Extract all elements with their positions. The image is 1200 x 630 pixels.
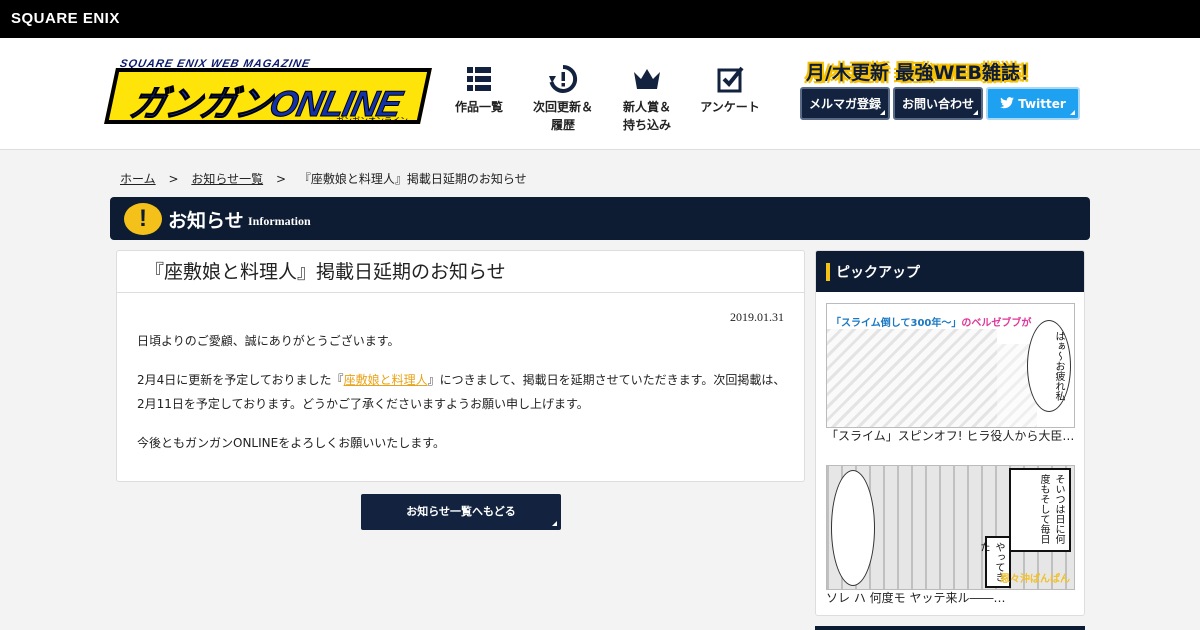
corner-arrow-icon [973, 110, 978, 115]
speech-bubble [831, 470, 875, 586]
pickup-accent-bar [826, 263, 830, 281]
nav-survey[interactable]: アンケート [697, 64, 763, 116]
pickup-header: ピックアップ [816, 251, 1084, 292]
checkbox-icon [717, 66, 744, 93]
pickup-caption-2[interactable]: ソレ ハ 何度モ ヤッテ来ル――… [826, 589, 1078, 606]
contact-button[interactable]: お問い合わせ [893, 87, 983, 120]
section-header-banner: ! お知らせ Information [110, 197, 1090, 240]
narration-box: そいつは日に何度もそして毎日 [1009, 468, 1071, 552]
pickup-tag-text: のベルゼブブが [961, 318, 1032, 329]
exclamation-icon: ! [124, 203, 162, 235]
top-bar: SQUARE ENIX [0, 0, 1200, 38]
breadcrumb-home-link[interactable]: ホーム [120, 172, 156, 186]
article-paragraph: 日頃よりのご愛顧、誠にありがとうございます。 [137, 334, 400, 348]
nav-label: 作品一覧 [454, 100, 503, 114]
pickup-thumbnail-1[interactable]: 「スライム倒して300年～」のベルゼブブが はぁ～お疲れ私 [826, 303, 1075, 428]
breadcrumb-separator: > [168, 172, 179, 186]
article-paragraph: 2月4日に更新を予定しておりました『座敷娘と料理人』につきまして、掲載日を延期さ… [137, 368, 787, 416]
twitter-label: Twitter [1018, 97, 1066, 111]
manga-art [827, 329, 997, 427]
breadcrumb-separator: > [275, 172, 287, 186]
nav-next-update[interactable]: 次回更新＆ 履歴 [528, 64, 598, 134]
pickup-panel: ピックアップ 「スライム倒して300年～」のベルゼブブが はぁ～お疲れ私 「スラ… [815, 250, 1085, 616]
mail-magazine-button[interactable]: メルマガ登録 [800, 87, 890, 120]
nav-label-line2: 履歴 [550, 118, 575, 132]
article-date: 2019.01.31 [730, 310, 784, 324]
section-subtitle: Information [248, 214, 311, 228]
pickup-thumbnail-2[interactable]: そいつは日に何度もそして毎日 やってきた 恩々沖ぱんぱん [826, 465, 1075, 590]
back-to-news-button[interactable]: お知らせ一覧へもどる [361, 494, 561, 530]
corner-arrow-icon [1070, 110, 1075, 115]
corner-arrow-icon [880, 110, 885, 115]
article-body: 日頃よりのご愛顧、誠にありがとうございます。 2月4日に更新を予定しておりました… [137, 329, 787, 470]
nav-label: 次回更新＆ [532, 100, 593, 114]
next-panel-header [815, 626, 1085, 630]
speech-bubble: はぁ～お疲れ私 [1027, 320, 1071, 412]
logo-mini-text: ガンガンオンライン [336, 116, 408, 125]
article-card: 『座敷娘と料理人』掲載日延期のお知らせ 2019.01.31 日頃よりのご愛顧、… [116, 250, 805, 482]
pickup-caption-1[interactable]: 「スライム」スピンオフ! ヒラ役人から大臣… [826, 427, 1078, 444]
nav-newcomer-award[interactable]: 新人賞＆ 持ち込み [618, 64, 676, 134]
square-enix-logo[interactable]: SQUARE ENIX [11, 10, 120, 27]
pickup-tag-series: 「スライム倒して300年～」 [831, 318, 962, 329]
section-title: お知らせ [168, 210, 244, 232]
crown-icon [634, 69, 660, 89]
site-header: SQUARE ENIX WEB MAGAZINE ガンガンONLINE ガンガン… [0, 38, 1200, 150]
twitter-bird-icon [1000, 97, 1015, 109]
breadcrumb-current: 『座敷娘と料理人』掲載日延期のお知らせ [298, 172, 527, 186]
clock-refresh-icon [549, 64, 578, 93]
breadcrumb-news-link[interactable]: お知らせ一覧 [191, 172, 263, 186]
nav-works-list[interactable]: 作品一覧 [452, 64, 506, 116]
back-button-label: お知らせ一覧へもどる [406, 505, 516, 518]
mail-magazine-label: メルマガ登録 [808, 97, 881, 111]
grid-list-icon [467, 67, 491, 91]
nav-label-line2: 持ち込み [622, 118, 671, 132]
nav-label: 新人賞＆ [622, 100, 671, 114]
breadcrumb: ホーム > お知らせ一覧 > 『座敷娘と料理人』掲載日延期のお知らせ [120, 170, 527, 187]
article-title: 『座敷娘と料理人』掲載日延期のお知らせ [117, 251, 804, 293]
nav-label: アンケート [700, 100, 760, 114]
series-link[interactable]: 座敷娘と料理人 [344, 373, 428, 387]
article-text: 2月4日に更新を予定しておりました『 [137, 373, 344, 387]
article-paragraph: 今後ともガンガンONLINEをよろしくお願いいたします。 [137, 436, 446, 450]
pickup-tag: 「スライム倒して300年～」のベルゼブブが [831, 314, 1031, 329]
twitter-button[interactable]: Twitter [986, 87, 1080, 120]
gangan-online-logo[interactable]: SQUARE ENIX WEB MAGAZINE ガンガンONLINE ガンガン… [104, 58, 432, 126]
contact-label: お問い合わせ [901, 97, 974, 111]
pickup-title: ピックアップ [836, 265, 920, 281]
update-tagline: 月/木更新 最強WEB雑誌！ [806, 62, 1039, 84]
artist-signature: 恩々沖ぱんぱん [1000, 574, 1070, 585]
corner-arrow-icon [552, 521, 557, 526]
